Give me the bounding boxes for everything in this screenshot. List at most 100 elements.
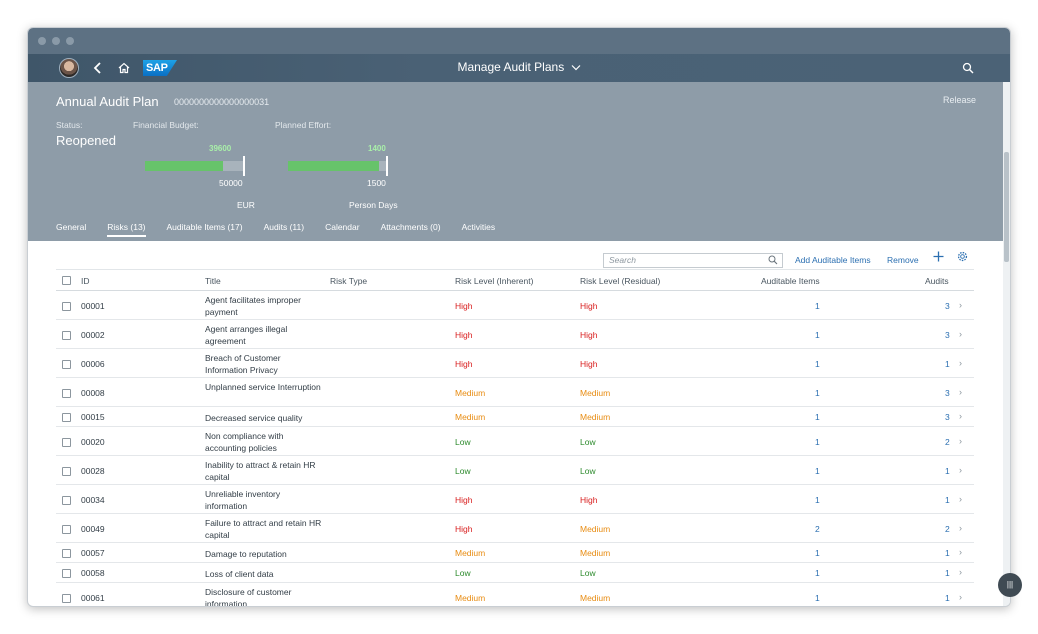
remove-button[interactable]: Remove [887, 255, 919, 265]
row-checkbox[interactable] [62, 389, 71, 398]
row-audits-link[interactable]: 1 [945, 359, 950, 369]
table-row[interactable]: 00034 Unreliable inventory information Hig… [56, 485, 974, 514]
row-chevron-right-icon[interactable]: › [959, 547, 962, 557]
maximize-window-dot[interactable] [66, 37, 74, 45]
table-row[interactable]: 00015 Decreased service quality Medium Medi… [56, 407, 974, 427]
row-audits-link[interactable]: 1 [945, 593, 950, 603]
row-title: Agent facilitates improper payment [205, 295, 301, 317]
row-checkbox[interactable] [62, 331, 71, 340]
tab-general[interactable]: General [56, 222, 86, 237]
minimize-window-dot[interactable] [52, 37, 60, 45]
row-chevron-right-icon[interactable]: › [959, 592, 962, 602]
row-auditable-items-link[interactable]: 1 [815, 412, 820, 422]
table-row[interactable]: 00020 Non compliance with accounting poli… [56, 427, 974, 456]
expand-handle-icon[interactable]: ||| [998, 573, 1022, 597]
table-row[interactable]: 00049 Failure to attract and retain HR ca… [56, 514, 974, 543]
row-auditable-items-link[interactable]: 1 [815, 388, 820, 398]
row-chevron-right-icon[interactable]: › [959, 387, 962, 397]
column-title[interactable]: Title [205, 276, 221, 286]
row-audits-link[interactable]: 2 [945, 437, 950, 447]
row-risk-residual: Low [580, 568, 596, 578]
row-checkbox[interactable] [62, 569, 71, 578]
row-audits-link[interactable]: 1 [945, 548, 950, 558]
close-window-dot[interactable] [38, 37, 46, 45]
row-checkbox[interactable] [62, 525, 71, 534]
table-row[interactable]: 00008 Unplanned service Interruption Mediu… [56, 378, 974, 407]
row-audits-link[interactable]: 3 [945, 301, 950, 311]
row-chevron-right-icon[interactable]: › [959, 300, 962, 310]
select-all-checkbox[interactable] [62, 276, 71, 285]
row-auditable-items-link[interactable]: 1 [815, 359, 820, 369]
search-icon[interactable] [958, 58, 978, 78]
row-checkbox[interactable] [62, 549, 71, 558]
release-button[interactable]: Release [943, 95, 976, 105]
row-auditable-items-link[interactable]: 1 [815, 301, 820, 311]
tab-calendar[interactable]: Calendar [325, 222, 360, 237]
row-chevron-right-icon[interactable]: › [959, 523, 962, 533]
search-input[interactable]: Search [603, 253, 783, 268]
row-audits-link[interactable]: 1 [945, 568, 950, 578]
column-id[interactable]: ID [81, 276, 90, 286]
settings-gear-icon[interactable] [957, 250, 968, 265]
row-checkbox[interactable] [62, 467, 71, 476]
tab-risks[interactable]: Risks (13) [107, 222, 146, 237]
row-risk-inherent: Low [455, 437, 471, 447]
add-icon[interactable] [933, 250, 944, 265]
row-auditable-items-link[interactable]: 2 [815, 524, 820, 534]
row-auditable-items-link[interactable]: 1 [815, 466, 820, 476]
row-audits-link[interactable]: 3 [945, 330, 950, 340]
row-chevron-right-icon[interactable]: › [959, 329, 962, 339]
row-chevron-right-icon[interactable]: › [959, 465, 962, 475]
tab-audits[interactable]: Audits (11) [264, 222, 304, 237]
row-auditable-items-link[interactable]: 1 [815, 495, 820, 505]
tab-attachments[interactable]: Attachments (0) [381, 222, 441, 237]
table-row[interactable]: 00057 Damage to reputation Medium Medium 1 1 › [56, 543, 974, 563]
table-row[interactable]: 00001 Agent facilitates improper payment H… [56, 291, 974, 320]
row-checkbox[interactable] [62, 302, 71, 311]
table-row[interactable]: 00028 Inability to attract & retain HR ca… [56, 456, 974, 485]
row-checkbox[interactable] [62, 438, 71, 447]
column-risk-type[interactable]: Risk Type [330, 276, 367, 286]
row-auditable-items-link[interactable]: 1 [815, 330, 820, 340]
table-row[interactable]: 00058 Loss of client data Low Low 1 1 › [56, 563, 974, 583]
row-audits-link[interactable]: 2 [945, 524, 950, 534]
row-id: 00034 [81, 495, 105, 505]
effort-label: Planned Effort: [275, 120, 332, 130]
row-risk-inherent: Low [455, 568, 471, 578]
row-auditable-items-link[interactable]: 1 [815, 437, 820, 447]
row-auditable-items-link[interactable]: 1 [815, 548, 820, 558]
app-window: SAP Manage Audit Plans Annual Audit Plan… [27, 27, 1011, 607]
effort-unit: Person Days [349, 200, 398, 210]
row-audits-link[interactable]: 3 [945, 412, 950, 422]
table-row[interactable]: 00061 Disclosure of customer information M… [56, 583, 974, 606]
row-checkbox[interactable] [62, 496, 71, 505]
row-chevron-right-icon[interactable]: › [959, 567, 962, 577]
add-auditable-items-button[interactable]: Add Auditable Items [795, 255, 871, 265]
row-title: Non compliance with accounting policies [205, 431, 284, 453]
column-risk-level-residual[interactable]: Risk Level (Residual) [580, 276, 660, 286]
column-risk-level-inherent[interactable]: Risk Level (Inherent) [455, 276, 533, 286]
column-audits[interactable]: Audits [925, 276, 949, 286]
tab-activities[interactable]: Activities [462, 222, 496, 237]
row-chevron-right-icon[interactable]: › [959, 494, 962, 504]
row-auditable-items-link[interactable]: 1 [815, 593, 820, 603]
row-checkbox[interactable] [62, 594, 71, 603]
row-risk-residual: High [580, 301, 598, 311]
shell-title-menu[interactable]: Manage Audit Plans [28, 60, 1010, 74]
row-checkbox[interactable] [62, 360, 71, 369]
search-icon[interactable] [768, 255, 778, 269]
row-auditable-items-link[interactable]: 1 [815, 568, 820, 578]
row-audits-link[interactable]: 1 [945, 466, 950, 476]
column-auditable-items[interactable]: Auditable Items [761, 276, 820, 286]
table-row[interactable]: 00006 Breach of Customer Information Priv… [56, 349, 974, 378]
row-chevron-right-icon[interactable]: › [959, 358, 962, 368]
page-scrollbar[interactable] [1003, 82, 1010, 606]
row-audits-link[interactable]: 1 [945, 495, 950, 505]
tab-auditable-items[interactable]: Auditable Items (17) [167, 222, 243, 237]
table-row[interactable]: 00002 Agent arranges illegal agreement Hig… [56, 320, 974, 349]
row-chevron-right-icon[interactable]: › [959, 411, 962, 421]
row-risk-inherent: Medium [455, 412, 486, 422]
row-checkbox[interactable] [62, 413, 71, 422]
row-chevron-right-icon[interactable]: › [959, 436, 962, 446]
row-audits-link[interactable]: 3 [945, 388, 950, 398]
